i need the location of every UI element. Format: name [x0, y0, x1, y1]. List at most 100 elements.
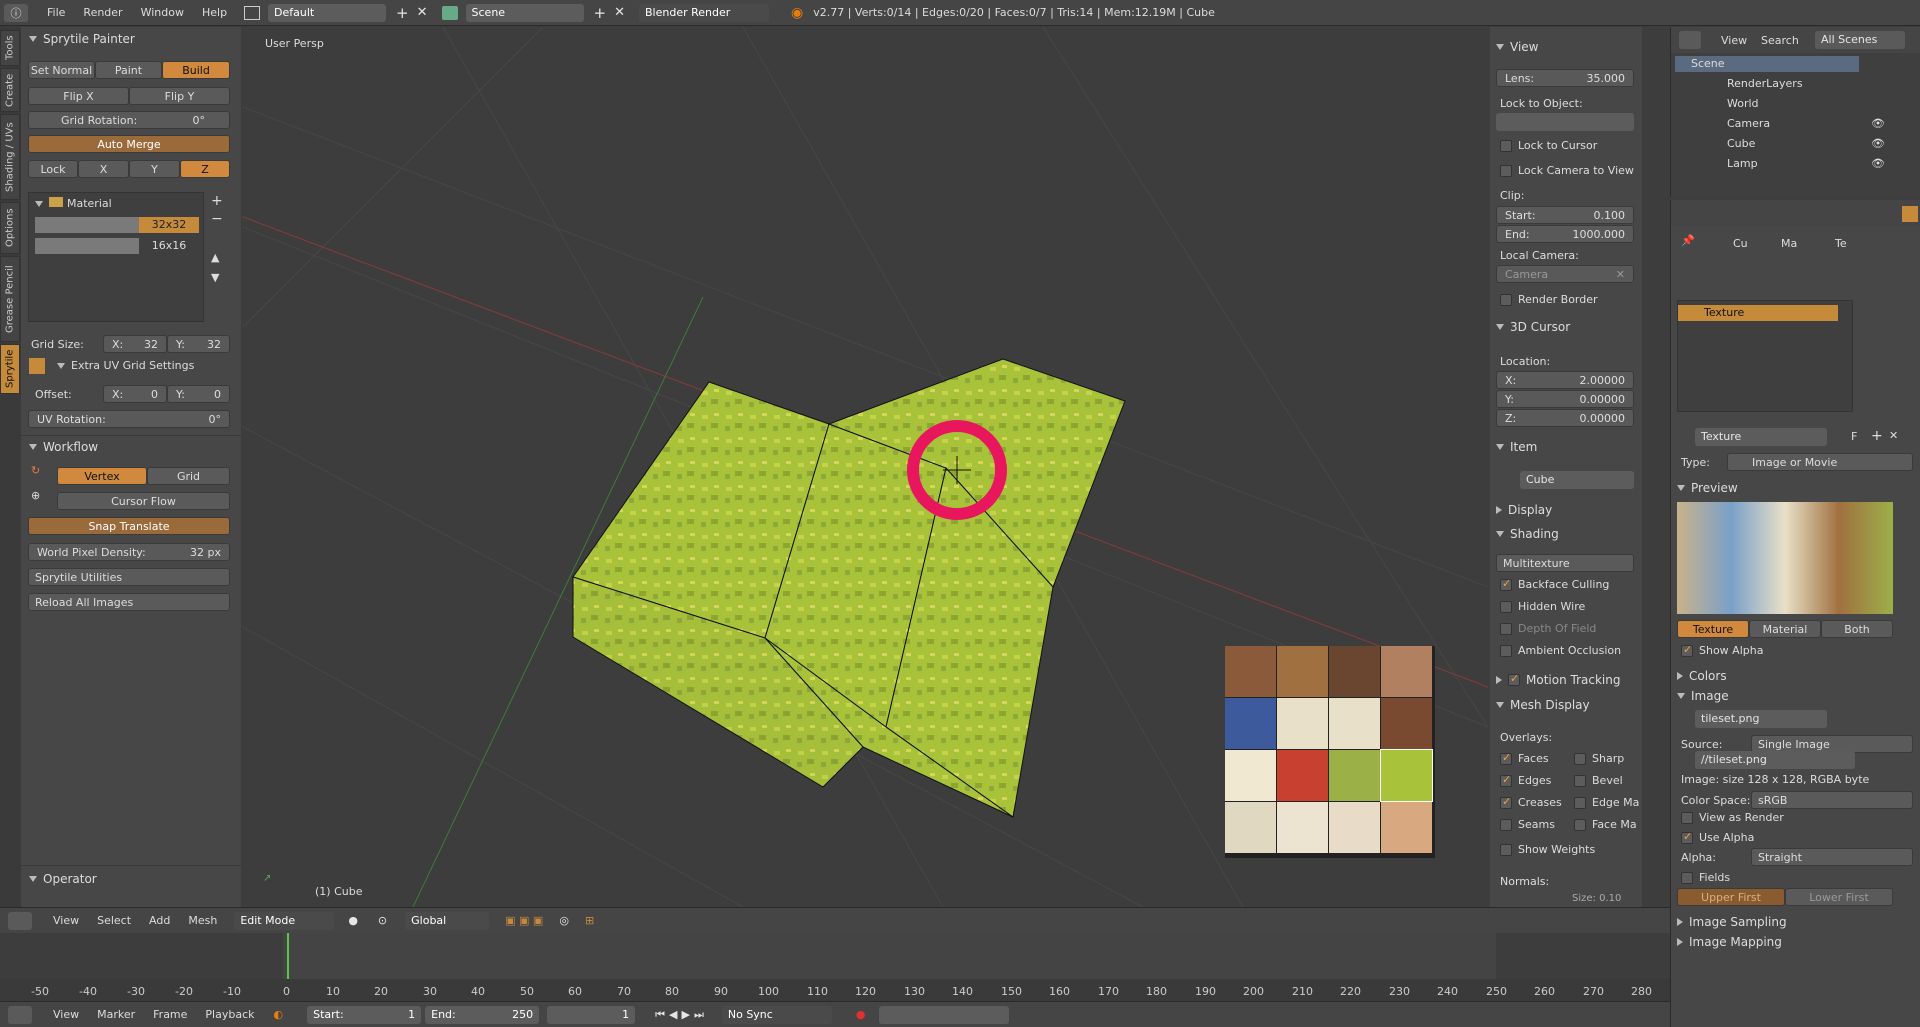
editor-type-icon[interactable] — [8, 911, 32, 930]
remove-scene-icon[interactable]: ✕ — [614, 5, 625, 20]
cursor-x-field[interactable]: X: 2.00000 — [1496, 371, 1634, 389]
render-engine-select[interactable]: Blender Render — [639, 3, 770, 22]
tl-menu-marker[interactable]: Marker — [88, 1008, 144, 1021]
outliner-scene[interactable]: Scene — [1691, 57, 1725, 70]
build-button[interactable]: Build — [162, 61, 230, 79]
visibility-eye-icon[interactable]: 👁 — [1871, 137, 1885, 150]
flip-x-button[interactable]: Flip X — [28, 87, 129, 105]
render-border-checkbox[interactable] — [1500, 294, 1512, 306]
offset-x[interactable]: X: 0 — [103, 385, 167, 403]
layout-icon[interactable] — [244, 5, 261, 20]
workflow-header[interactable]: Workflow — [29, 437, 98, 457]
preview-texture-tab[interactable]: Texture — [1677, 620, 1749, 638]
view-as-render-checkbox[interactable] — [1681, 812, 1693, 824]
current-frame-marker[interactable] — [287, 933, 289, 983]
image-sampling-header[interactable]: Image Sampling — [1677, 912, 1787, 932]
snap-translate-button[interactable]: Snap Translate — [28, 517, 230, 535]
menu-select[interactable]: Select — [88, 914, 140, 927]
show-weights-checkbox[interactable] — [1500, 844, 1512, 856]
sprytile-utilities-select[interactable]: Sprytile Utilities — [28, 568, 230, 586]
menu-mesh[interactable]: Mesh — [179, 914, 226, 927]
3d-viewport[interactable]: User Persp (1) Cube ↗ — [243, 27, 1488, 907]
visibility-eye-icon[interactable]: 👁 — [1871, 117, 1885, 130]
end-frame-field[interactable]: End: 250 — [425, 1005, 540, 1024]
motion-tracking-header[interactable]: Motion Tracking — [1496, 670, 1620, 690]
move-up-icon[interactable]: ▲ — [211, 251, 219, 264]
preview-header[interactable]: Preview — [1677, 478, 1738, 498]
image-name-field[interactable]: tileset.png — [1695, 710, 1827, 728]
outliner-scope-select[interactable]: All Scenes — [1815, 31, 1905, 49]
tab-options[interactable]: Options — [0, 202, 20, 254]
start-frame-field[interactable]: Start: 1 — [307, 1005, 422, 1024]
alpha-mode-select[interactable]: Straight — [1751, 848, 1913, 866]
cursor-flow-button[interactable]: Cursor Flow — [57, 492, 230, 510]
pivot-icon[interactable]: ⊙ — [378, 914, 387, 927]
extra-uv-settings[interactable]: Extra UV Grid Settings — [57, 359, 194, 372]
visibility-eye-icon[interactable]: 👁 — [1871, 157, 1885, 170]
image-path-field[interactable]: //tileset.png — [1695, 751, 1855, 769]
outliner-camera[interactable]: Camera — [1727, 117, 1770, 130]
menu-render[interactable]: Render — [74, 6, 131, 19]
reload-images-button[interactable]: Reload All Images — [28, 593, 230, 611]
lock-camera-checkbox[interactable] — [1500, 165, 1512, 177]
local-camera-field[interactable]: Camera ✕ — [1496, 265, 1634, 283]
show-alpha-checkbox[interactable] — [1681, 643, 1693, 657]
hidden-wire-checkbox[interactable] — [1500, 601, 1512, 613]
view-header[interactable]: View — [1496, 37, 1538, 57]
shading-header[interactable]: Shading — [1496, 524, 1559, 544]
faces-checkbox[interactable] — [1500, 751, 1512, 765]
operator-header[interactable]: Operator — [29, 869, 97, 889]
outliner-cube[interactable]: Cube — [1727, 137, 1755, 150]
unlink-texture-icon[interactable]: ✕ — [1889, 429, 1898, 442]
outliner-lamp[interactable]: Lamp — [1727, 157, 1758, 170]
select-mode-icons[interactable]: ▣ ▣ ▣ — [505, 914, 543, 927]
pin-icon[interactable]: 📌 — [1681, 234, 1695, 247]
vertex-button[interactable]: Vertex — [57, 467, 147, 485]
grid-rotation-field[interactable]: Grid Rotation: 0° — [28, 111, 230, 129]
3d-cursor-header[interactable]: 3D Cursor — [1496, 317, 1570, 337]
world-pixel-density-field[interactable]: World Pixel Density: 32 px — [28, 543, 230, 561]
image-header[interactable]: Image — [1677, 686, 1729, 706]
move-down-icon[interactable]: ▼ — [211, 271, 219, 284]
image-mapping-header[interactable]: Image Mapping — [1677, 932, 1782, 952]
playback-controls-icon[interactable]: ⏮◀▶⏭ — [655, 1008, 708, 1022]
item-header[interactable]: Item — [1496, 437, 1537, 457]
proportional-edit-icon[interactable]: ◎ — [559, 914, 569, 927]
upper-first-button[interactable]: Upper First — [1677, 888, 1785, 906]
axis-y-button[interactable]: Y — [129, 160, 180, 178]
display-header[interactable]: Display — [1496, 500, 1552, 520]
tab-shading-uvs[interactable]: Shading / UVs — [0, 114, 20, 200]
edges-checkbox[interactable] — [1500, 773, 1512, 787]
preview-material-tab[interactable]: Material — [1749, 620, 1821, 638]
offset-y[interactable]: Y: 0 — [167, 385, 230, 403]
scene-field[interactable]: Scene — [465, 3, 584, 22]
tl-menu-view[interactable]: View — [44, 1008, 88, 1021]
fields-checkbox[interactable] — [1681, 872, 1693, 884]
backface-culling-checkbox[interactable] — [1500, 577, 1512, 591]
tl-menu-playback[interactable]: Playback — [196, 1008, 263, 1021]
mode-select[interactable]: Edit Mode — [234, 911, 335, 930]
outliner-editor-icon[interactable] — [1679, 31, 1701, 49]
flip-y-button[interactable]: Flip Y — [129, 87, 230, 105]
cursor-y-field[interactable]: Y: 0.00000 — [1496, 390, 1634, 408]
breadcrumb-texture[interactable]: Te — [1835, 237, 1847, 250]
remove-grid-icon[interactable]: − — [211, 211, 223, 227]
use-alpha-checkbox[interactable] — [1681, 830, 1693, 844]
cursor-z-field[interactable]: Z: 0.00000 — [1496, 409, 1634, 427]
tab-create[interactable]: Create — [0, 68, 20, 112]
grid-icon[interactable] — [29, 358, 45, 374]
edge-marks-checkbox[interactable] — [1574, 797, 1586, 809]
clip-end-field[interactable]: End: 1000.000 — [1496, 225, 1634, 243]
current-frame-field[interactable]: 1 — [547, 1005, 636, 1024]
grid-button[interactable]: Grid — [147, 467, 230, 485]
sync-select[interactable]: No Sync — [721, 1005, 832, 1024]
menu-add[interactable]: Add — [140, 914, 179, 927]
colors-header[interactable]: Colors — [1677, 666, 1727, 686]
seams-checkbox[interactable] — [1500, 819, 1512, 831]
sharp-checkbox[interactable] — [1574, 753, 1586, 765]
outliner-view-menu[interactable]: View — [1721, 34, 1747, 47]
outliner-search-menu[interactable]: Search — [1761, 34, 1799, 47]
sprytile-painter-header[interactable]: Sprytile Painter — [29, 29, 135, 49]
bevel-checkbox[interactable] — [1574, 775, 1586, 787]
paint-button[interactable]: Paint — [95, 61, 162, 79]
